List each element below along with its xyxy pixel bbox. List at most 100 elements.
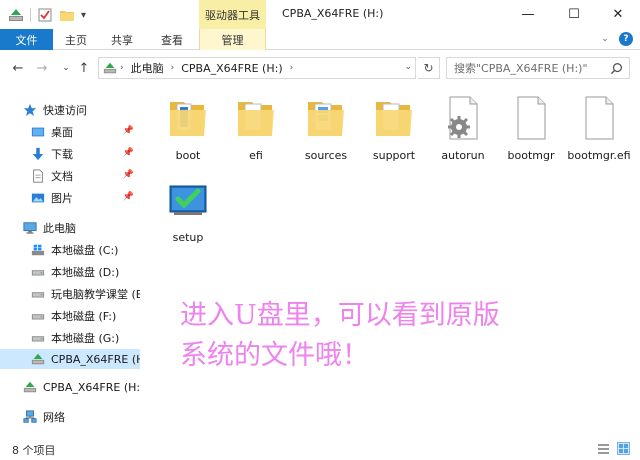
- nav-item-label: 下载: [51, 148, 73, 161]
- tab-file[interactable]: 文件: [0, 29, 53, 50]
- folder-icon: [238, 102, 274, 136]
- annotation-line: 系统的文件哦！: [180, 340, 369, 371]
- nav-item-label: 文档: [51, 170, 73, 183]
- separator: [30, 8, 31, 22]
- nav-item-documents[interactable]: 文档 📌: [0, 166, 140, 186]
- nav-item-drive-f[interactable]: 本地磁盘 (F:): [0, 306, 140, 326]
- file-name: support: [372, 149, 416, 162]
- nav-item-label: CPBA_X64FRE (H:): [43, 380, 140, 394]
- annotation-line: 进入U盘里，可以看到原版: [180, 300, 500, 331]
- tab-manage[interactable]: 管理: [199, 29, 266, 50]
- folder-icon: [376, 102, 412, 136]
- nav-item-label: 玩电脑教学课堂 (E: [51, 288, 140, 301]
- desktop-icon: [30, 124, 46, 140]
- tab-view[interactable]: 查看: [154, 29, 190, 50]
- address-dropdown-icon[interactable]: ⌄: [404, 62, 412, 72]
- forward-button[interactable]: →: [34, 60, 50, 76]
- back-button[interactable]: ←: [10, 60, 26, 76]
- drive-icon: [30, 286, 46, 302]
- nav-item-label: CPBA_X64FRE (H:: [51, 352, 140, 366]
- navigation-pane: 快速访问 桌面 📌 下载 📌 文档 📌 图片 📌 此电脑 本地磁盘 (C:) 本…: [0, 86, 140, 436]
- computer-icon: [22, 220, 38, 236]
- recent-locations-dropdown[interactable]: ⌄: [58, 60, 74, 76]
- pin-icon[interactable]: 📌: [123, 170, 134, 180]
- file-item-support[interactable]: support: [361, 94, 427, 163]
- title-bar: ▾ 驱动器工具 CPBA_X64FRE (H:) — ☐ ✕: [0, 0, 640, 29]
- breadcrumb-drive[interactable]: CPBA_X64FRE (H:): [181, 62, 282, 75]
- nav-item-this-pc[interactable]: 此电脑: [0, 218, 140, 238]
- minimize-button[interactable]: —: [505, 0, 551, 29]
- search-input[interactable]: 搜索"CPBA_X64FRE (H:)": [446, 57, 630, 79]
- maximize-button[interactable]: ☐: [551, 0, 597, 29]
- usb-drive-icon: [103, 62, 117, 74]
- pin-icon[interactable]: 📌: [123, 192, 134, 202]
- nav-item-quick-access[interactable]: 快速访问: [0, 100, 140, 120]
- nav-item-drive-g[interactable]: 本地磁盘 (G:): [0, 328, 140, 348]
- nav-item-drive-h[interactable]: CPBA_X64FRE (H:: [0, 349, 140, 369]
- file-item-efi[interactable]: efi: [223, 94, 289, 163]
- nav-item-label: 网络: [43, 411, 65, 424]
- nav-item-label: 本地磁盘 (G:): [51, 332, 120, 345]
- chevron-right-icon[interactable]: ›: [171, 63, 175, 73]
- file-item-autorun[interactable]: autorun: [430, 94, 496, 163]
- address-bar[interactable]: › 此电脑 › CPBA_X64FRE (H:) › ⌄: [98, 57, 416, 79]
- file-item-setup[interactable]: setup: [155, 176, 221, 245]
- chevron-right-icon[interactable]: ›: [120, 63, 124, 73]
- usb-drive-icon: [22, 379, 38, 395]
- nav-item-desktop[interactable]: 桌面 📌: [0, 122, 140, 142]
- nav-item-drive-c[interactable]: 本地磁盘 (C:): [0, 240, 140, 260]
- drive-icon: [30, 308, 46, 324]
- properties-icon[interactable]: [37, 7, 53, 23]
- tab-share[interactable]: 共享: [104, 29, 140, 50]
- nav-item-usb-drive[interactable]: CPBA_X64FRE (H:): [0, 377, 140, 397]
- refresh-button[interactable]: ↻: [418, 57, 440, 79]
- settings-file-icon: [448, 96, 478, 140]
- details-view-icon[interactable]: [597, 442, 610, 455]
- folder-icon: [170, 102, 206, 136]
- network-icon: [22, 409, 38, 425]
- help-icon[interactable]: ?: [619, 32, 633, 46]
- pin-icon[interactable]: 📌: [123, 148, 134, 158]
- search-icon[interactable]: [610, 62, 623, 75]
- up-button[interactable]: ↑: [76, 60, 92, 76]
- setup-exe-icon: [169, 185, 207, 215]
- ribbon-tabs: 文件 主页 共享 查看 管理 ⌄ ?: [0, 29, 640, 50]
- document-icon: [30, 168, 46, 184]
- file-icon: [517, 96, 546, 140]
- file-item-bootmgr[interactable]: bootmgr: [498, 94, 564, 163]
- pictures-icon: [30, 190, 46, 206]
- nav-item-network[interactable]: 网络: [0, 407, 140, 427]
- large-icons-view-icon[interactable]: [617, 442, 630, 455]
- chevron-right-icon[interactable]: ›: [290, 63, 294, 73]
- tab-home[interactable]: 主页: [58, 29, 94, 50]
- breadcrumb-this-pc[interactable]: 此电脑: [131, 60, 164, 76]
- nav-item-label: 本地磁盘 (C:): [51, 244, 119, 257]
- file-item-bootmgr-efi[interactable]: bootmgr.efi: [566, 94, 632, 163]
- nav-item-label: 桌面: [51, 126, 73, 139]
- nav-item-drive-d[interactable]: 本地磁盘 (D:): [0, 262, 140, 282]
- close-button[interactable]: ✕: [595, 0, 640, 29]
- nav-item-label: 本地磁盘 (D:): [51, 266, 120, 279]
- chevron-down-icon[interactable]: ⌄: [598, 32, 612, 46]
- nav-item-downloads[interactable]: 下载 📌: [0, 144, 140, 164]
- pin-icon[interactable]: 📌: [123, 126, 134, 136]
- nav-item-pictures[interactable]: 图片 📌: [0, 188, 140, 208]
- download-icon: [30, 146, 46, 162]
- address-row: ← → ⌄ ↑ › 此电脑 › CPBA_X64FRE (H:) › ⌄ ↻ 搜…: [0, 50, 640, 86]
- usb-drive-icon: [30, 351, 46, 367]
- file-list: boot efi sources support autorun bootmgr…: [140, 86, 640, 436]
- file-name: bootmgr.efi: [567, 149, 631, 162]
- file-name: sources: [304, 149, 348, 162]
- file-item-sources[interactable]: sources: [293, 94, 359, 163]
- drive-icon: [30, 330, 46, 346]
- quick-access-dropdown[interactable]: ▾: [81, 10, 86, 21]
- file-item-boot[interactable]: boot: [155, 94, 221, 163]
- new-folder-icon[interactable]: [59, 7, 75, 23]
- status-bar: 8 个项目: [0, 436, 640, 460]
- window-title: CPBA_X64FRE (H:): [282, 7, 384, 20]
- file-name: boot: [175, 149, 201, 162]
- nav-item-label: 本地磁盘 (F:): [51, 310, 117, 323]
- file-name: setup: [172, 231, 204, 244]
- annotation-text: 进入U盘里，可以看到原版 系统的文件哦！: [180, 296, 580, 376]
- nav-item-drive-e[interactable]: 玩电脑教学课堂 (E: [0, 284, 140, 304]
